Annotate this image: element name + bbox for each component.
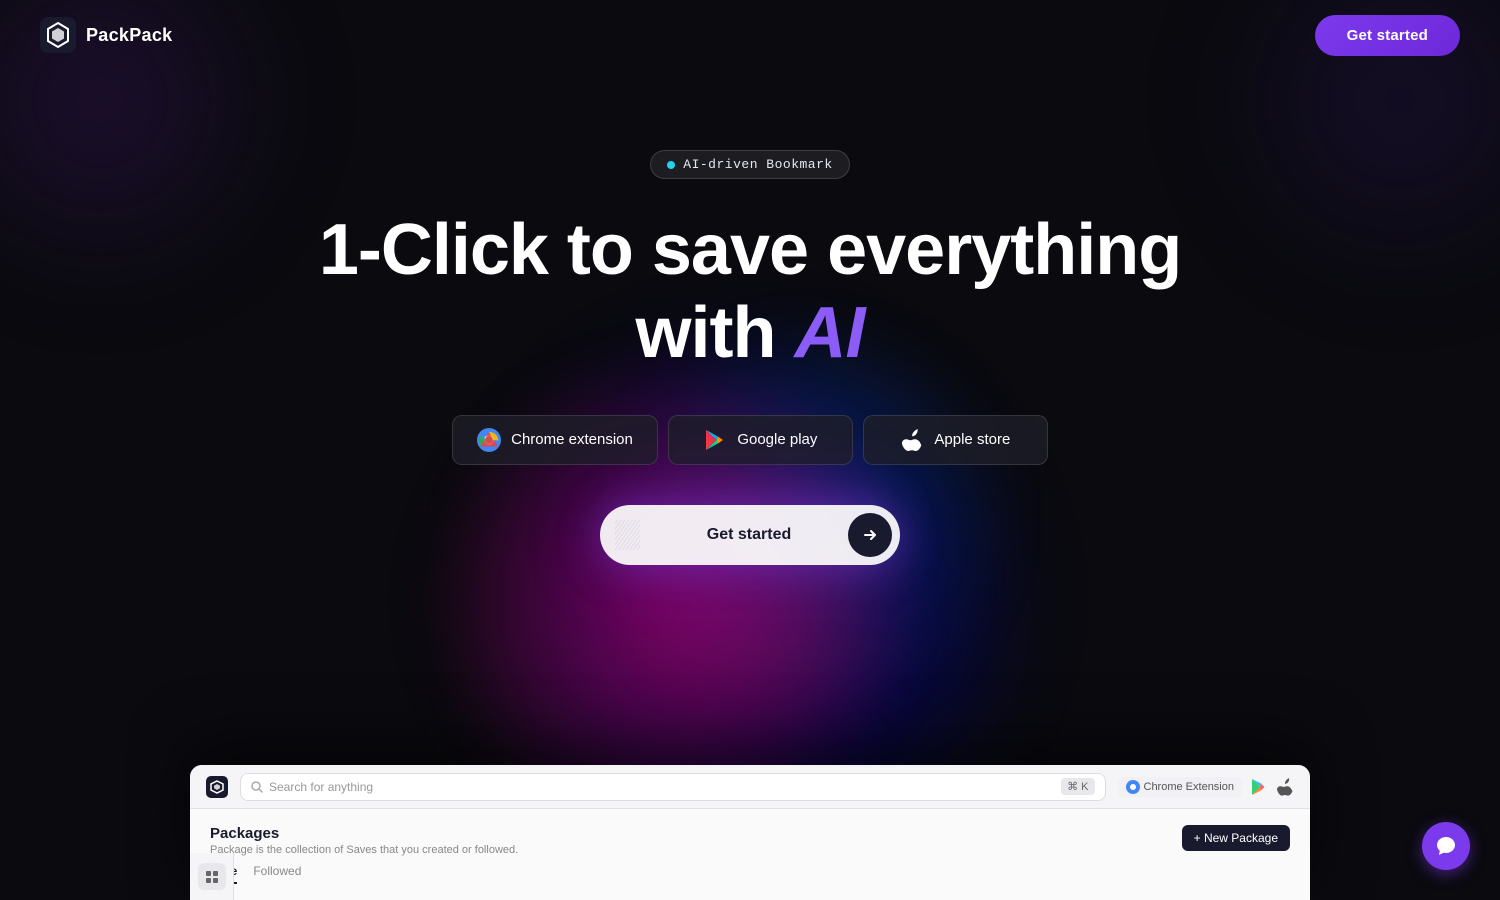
chrome-ext-label: Chrome Extension xyxy=(1144,781,1235,793)
packages-info: Packages Package is the collection of Sa… xyxy=(210,825,518,856)
sidebar-nav-icon[interactable] xyxy=(198,863,226,890)
apple-store-button[interactable]: Apple store xyxy=(863,415,1048,465)
app-search-bar[interactable]: Search for anything ⌘ K xyxy=(240,773,1106,801)
tab-followed[interactable]: Followed xyxy=(253,864,301,884)
google-play-icon xyxy=(703,428,727,452)
search-placeholder: Search for anything xyxy=(269,780,373,794)
app-logo-small xyxy=(206,776,228,798)
packages-title: Packages xyxy=(210,825,518,842)
badge-dot xyxy=(667,161,675,169)
navbar-get-started-button[interactable]: Get started xyxy=(1315,15,1460,56)
app-tabs: Mine Followed xyxy=(210,864,1290,884)
app-titlebar: Search for anything ⌘ K Chrome Extension xyxy=(190,765,1310,809)
app-titlebar-right: Chrome Extension xyxy=(1118,777,1295,797)
app-content-area: Packages Package is the collection of Sa… xyxy=(190,809,1310,900)
apple-icon xyxy=(900,428,924,452)
apple-store-label: Apple store xyxy=(934,431,1010,448)
chrome-ext-badge: Chrome Extension xyxy=(1118,777,1243,797)
packages-desc: Package is the collection of Saves that … xyxy=(210,844,518,856)
chat-bubble-button[interactable] xyxy=(1422,822,1470,870)
google-play-button[interactable]: Google play xyxy=(668,415,853,465)
cta-container: Get started xyxy=(600,505,900,565)
hero-section: AI-driven Bookmark 1-Click to save every… xyxy=(0,70,1500,565)
google-play-label: Google play xyxy=(737,431,817,448)
hero-title-ai: AI xyxy=(794,293,864,373)
app-preview: Search for anything ⌘ K Chrome Extension xyxy=(190,765,1310,900)
app-window: Search for anything ⌘ K Chrome Extension xyxy=(190,765,1310,900)
chat-icon xyxy=(1435,835,1457,857)
logo[interactable]: PackPack xyxy=(40,17,172,53)
app-sidebar xyxy=(190,853,234,900)
hero-title-part1: 1-Click to save everything xyxy=(319,210,1181,290)
cta-get-started-button[interactable]: Get started xyxy=(600,505,900,565)
app-content-header: Packages Package is the collection of Sa… xyxy=(210,825,1290,856)
navbar: PackPack Get started xyxy=(0,0,1500,70)
cta-arrow-icon xyxy=(848,513,892,557)
hero-badge: AI-driven Bookmark xyxy=(650,150,849,179)
chrome-extension-label: Chrome extension xyxy=(511,431,633,448)
hero-title: 1-Click to save everything with AI xyxy=(319,209,1181,375)
search-shortcut: ⌘ K xyxy=(1061,778,1094,795)
brand-name: PackPack xyxy=(86,25,172,46)
chrome-icon xyxy=(477,428,501,452)
cta-label: Get started xyxy=(650,526,848,544)
logo-icon xyxy=(40,17,76,53)
apple-store-small-icon xyxy=(1276,778,1294,796)
play-store-small-icon xyxy=(1250,778,1268,796)
badge-text: AI-driven Bookmark xyxy=(683,157,832,172)
hero-title-part2: with xyxy=(636,293,795,373)
new-package-button[interactable]: + New Package xyxy=(1182,825,1290,851)
download-buttons: Chrome extension xyxy=(452,415,1048,465)
app-inner: Packages Package is the collection of Sa… xyxy=(190,809,1310,900)
chrome-extension-button[interactable]: Chrome extension xyxy=(452,415,658,465)
